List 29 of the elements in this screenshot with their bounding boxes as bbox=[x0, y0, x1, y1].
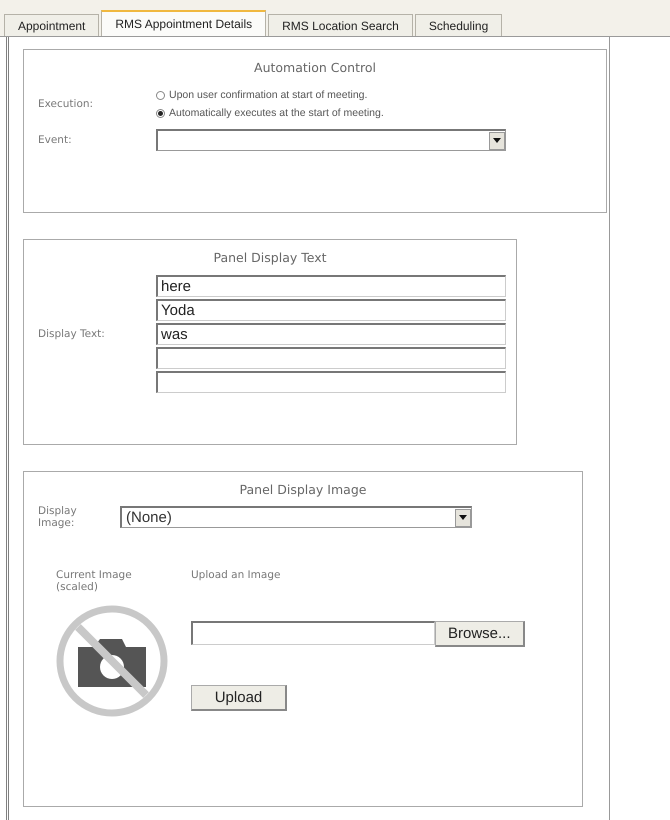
panel-title: Panel Display Text bbox=[212, 250, 328, 265]
tab[interactable]: Appointment bbox=[4, 14, 100, 36]
tab[interactable]: RMS Location Search bbox=[268, 14, 413, 36]
file-path-field[interactable] bbox=[191, 621, 435, 645]
field-label: Execution: bbox=[38, 98, 94, 110]
field-label: Event: bbox=[38, 134, 73, 146]
field-label: Display Text: bbox=[38, 328, 106, 340]
no-camera-icon bbox=[56, 605, 168, 717]
image-dropdown[interactable]: (None) bbox=[120, 506, 472, 528]
dropdown-arrow-icon[interactable] bbox=[459, 515, 467, 520]
panel-title: Automation Control bbox=[253, 60, 377, 75]
radio-button[interactable] bbox=[156, 108, 165, 118]
tab[interactable]: RMS Appointment Details bbox=[101, 10, 266, 36]
upload-button[interactable]: Upload bbox=[191, 685, 287, 711]
text-field[interactable] bbox=[156, 347, 506, 369]
radio-button[interactable] bbox=[156, 90, 165, 100]
text-field[interactable]: was bbox=[156, 323, 506, 345]
tab[interactable]: Scheduling bbox=[414, 14, 502, 36]
text-field[interactable] bbox=[156, 371, 506, 393]
text-field[interactable]: Yoda bbox=[156, 299, 506, 321]
image-caption: Current Image (scaled) bbox=[56, 569, 133, 593]
dropdown-value: (None) bbox=[126, 509, 172, 526]
upload-label: Upload an Image bbox=[191, 569, 282, 581]
text-field[interactable]: here bbox=[156, 275, 506, 297]
panel-title: Panel Display Image bbox=[238, 482, 368, 497]
event-dropdown[interactable] bbox=[156, 129, 506, 151]
dropdown-arrow-icon[interactable] bbox=[493, 138, 501, 143]
browse-button[interactable]: Browse... bbox=[435, 621, 525, 647]
field-label: Display Image: bbox=[38, 505, 78, 529]
